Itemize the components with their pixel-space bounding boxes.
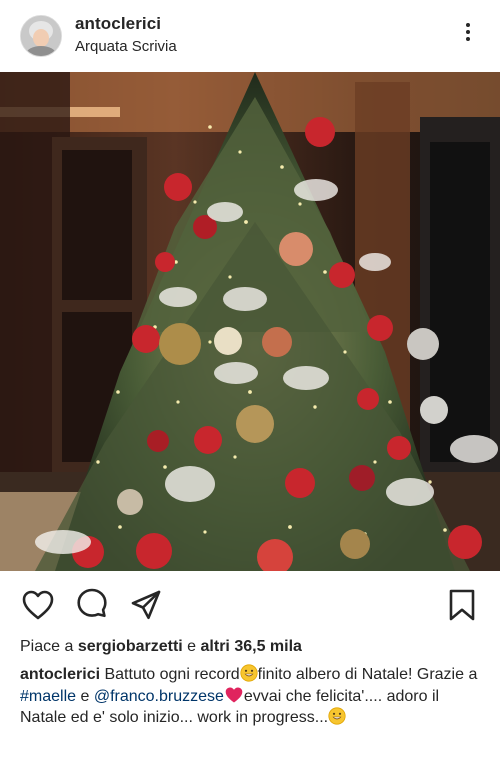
share-button[interactable]	[128, 587, 164, 623]
grinning-face-icon	[240, 664, 258, 682]
post-username[interactable]: antoclerici	[75, 14, 177, 34]
more-options-button[interactable]	[456, 20, 480, 50]
post-location[interactable]: Arquata Scrivia	[75, 38, 177, 55]
likes-conjunction: e	[182, 638, 201, 655]
red-heart-icon	[224, 686, 244, 704]
caption-mention[interactable]: @franco.bruzzese	[94, 688, 224, 705]
user-block: antoclerici Arquata Scrivia	[75, 14, 177, 55]
post-caption: antoclerici Battuto ogni record finito al…	[20, 664, 480, 729]
likes-prefix: Piace a	[20, 638, 78, 655]
comment-bubble-icon	[77, 588, 107, 618]
post-photo[interactable]	[0, 72, 500, 571]
caption-hashtag[interactable]: #maelle	[20, 688, 76, 705]
caption-text-3: e	[76, 687, 94, 705]
vertical-ellipsis-icon	[466, 23, 470, 27]
christmas-tree-image	[0, 72, 500, 571]
post-header: antoclerici Arquata Scrivia	[0, 0, 500, 72]
likes-line: Piace a sergiobarzetti e altri 36,5 mila	[20, 638, 302, 656]
paper-plane-icon	[131, 590, 161, 620]
grinning-face-icon	[328, 707, 346, 725]
caption-username[interactable]: antoclerici	[20, 666, 100, 683]
liker-username[interactable]: sergiobarzetti	[78, 638, 183, 655]
profile-avatar[interactable]	[20, 15, 62, 57]
like-button[interactable]	[20, 587, 56, 623]
comment-button[interactable]	[74, 587, 110, 623]
post-actions-bar	[0, 585, 500, 625]
caption-text-1: Battuto ogni record	[100, 666, 240, 683]
caption-text-2: finito albero di Natale! Grazie a	[257, 666, 478, 683]
save-button[interactable]	[444, 587, 480, 623]
other-likes-link[interactable]: altri 36,5 mila	[201, 638, 302, 655]
bookmark-icon	[449, 589, 475, 621]
heart-outline-icon	[22, 590, 54, 620]
